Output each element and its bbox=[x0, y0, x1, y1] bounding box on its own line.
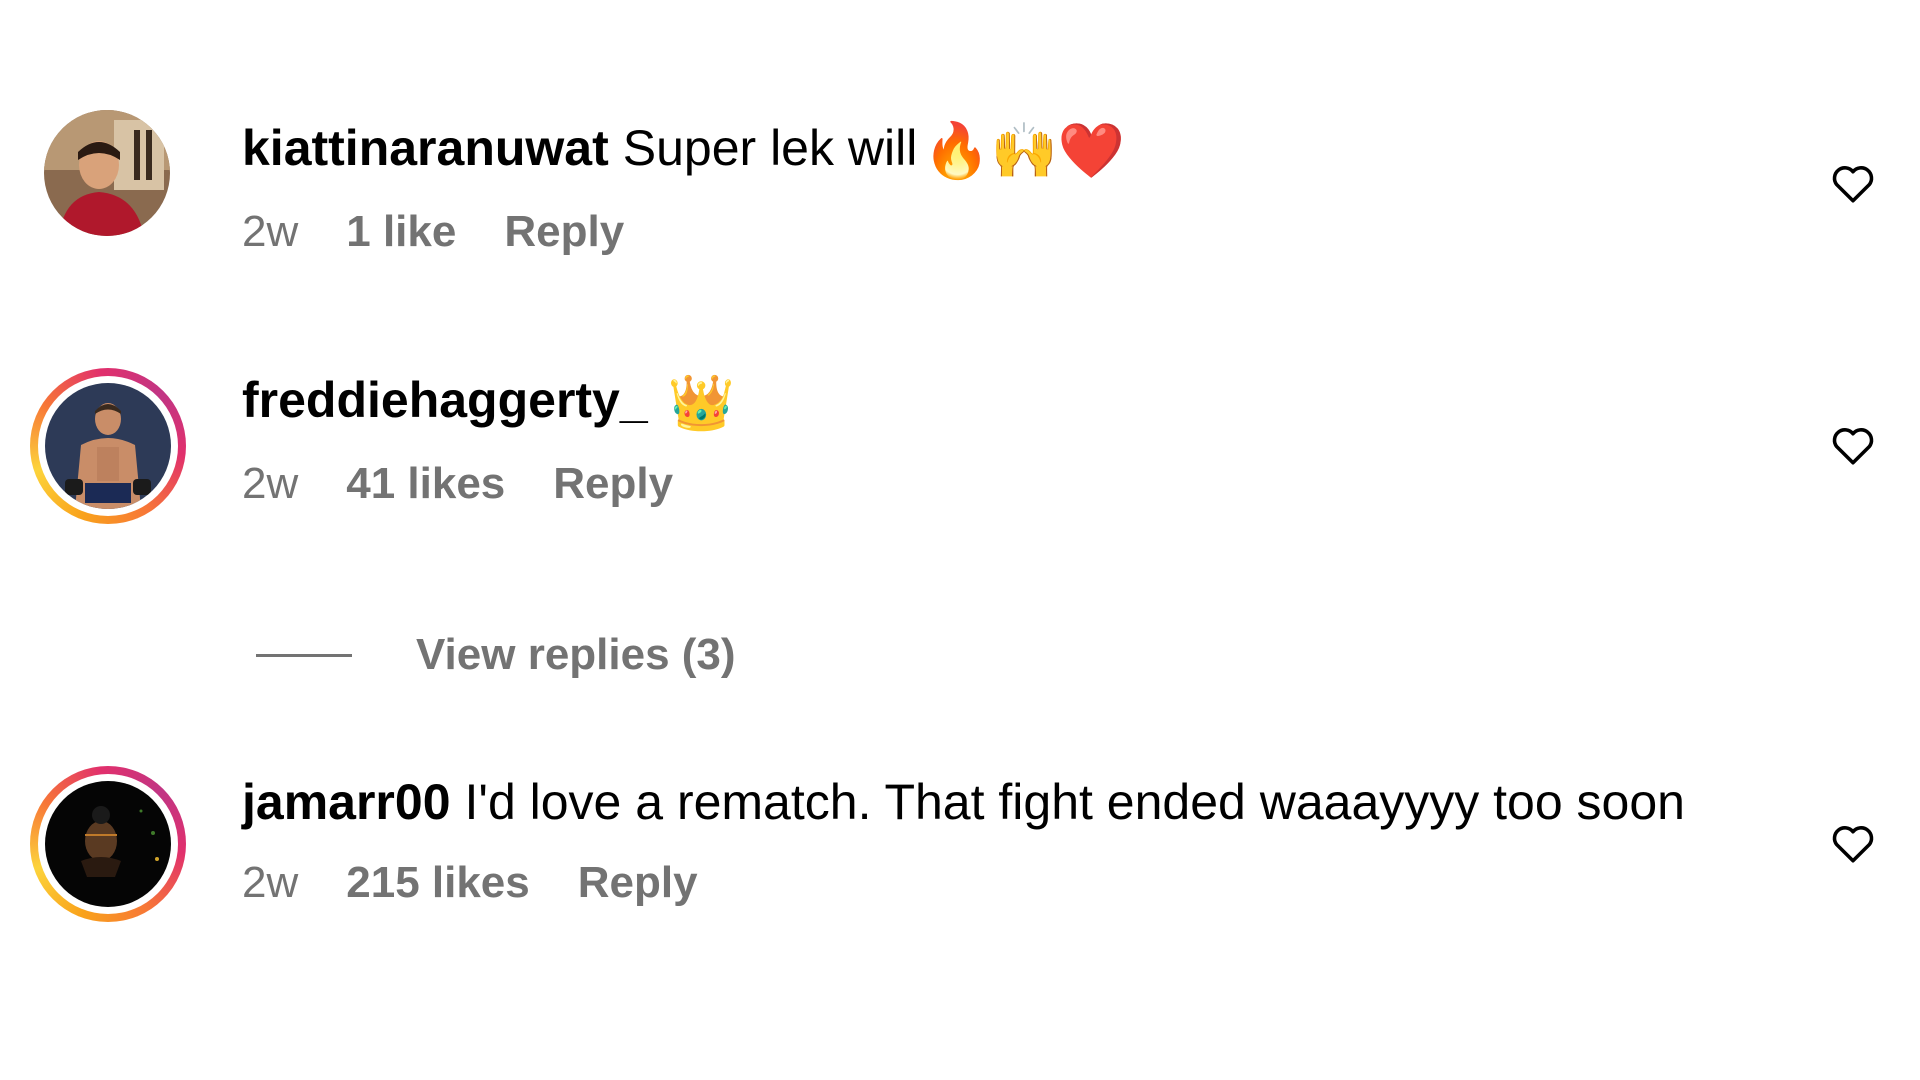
comment-likes[interactable]: 41 likes bbox=[346, 459, 505, 509]
view-replies-divider bbox=[256, 653, 352, 657]
comment-emojis: 👑 bbox=[667, 371, 735, 434]
avatar-image bbox=[45, 781, 171, 907]
avatar-image bbox=[45, 383, 171, 509]
comment-text-line: kiattinaranuwat Super lek will 🔥🙌❤️ bbox=[242, 110, 1740, 189]
comment-meta: 2w 41 likes Reply bbox=[242, 459, 1740, 509]
comments-screen: kiattinaranuwat Super lek will 🔥🙌❤️ 2w 1 l… bbox=[0, 0, 1920, 1080]
comment-text: Super lek will bbox=[622, 120, 918, 176]
comment-emojis: 🔥🙌❤️ bbox=[923, 119, 1126, 182]
comment-time: 2w bbox=[242, 207, 299, 256]
view-replies-label: View replies (3) bbox=[416, 630, 736, 679]
avatar[interactable] bbox=[44, 110, 170, 236]
comment-body: jamarr00 I'd love a rematch. That fight e… bbox=[242, 764, 1740, 908]
reply-button[interactable]: Reply bbox=[553, 459, 673, 509]
heart-outline-icon[interactable] bbox=[1828, 420, 1878, 470]
comment-body: freddiehaggerty_ 👑 2w 41 likes Reply bbox=[242, 362, 1740, 509]
reply-button[interactable]: Reply bbox=[578, 858, 698, 908]
comment-likes[interactable]: 215 likes bbox=[346, 858, 530, 908]
comment-text: I'd love a rematch. That fight ended waa… bbox=[464, 774, 1685, 830]
avatar[interactable] bbox=[30, 368, 186, 524]
comment-likes[interactable]: 1 like bbox=[346, 207, 456, 257]
comment-body: kiattinaranuwat Super lek will 🔥🙌❤️ 2w 1 l… bbox=[242, 110, 1740, 257]
reply-button[interactable]: Reply bbox=[504, 207, 624, 257]
comment-username[interactable]: jamarr00 bbox=[242, 774, 451, 830]
heart-outline-icon[interactable] bbox=[1828, 158, 1878, 208]
view-replies-button[interactable]: View replies (3) bbox=[256, 630, 736, 680]
comment-text-line: jamarr00 I'd love a rematch. That fight e… bbox=[242, 764, 1740, 840]
comment-text-line: freddiehaggerty_ 👑 bbox=[242, 362, 1740, 441]
comment-username[interactable]: freddiehaggerty_ bbox=[242, 372, 648, 428]
comment-meta: 2w 215 likes Reply bbox=[242, 858, 1740, 908]
heart-outline-icon[interactable] bbox=[1828, 818, 1878, 868]
comment-time: 2w bbox=[242, 858, 299, 907]
comment-username[interactable]: kiattinaranuwat bbox=[242, 120, 609, 176]
avatar-image bbox=[44, 110, 170, 236]
comment-meta: 2w 1 like Reply bbox=[242, 207, 1740, 257]
avatar[interactable] bbox=[30, 766, 186, 922]
comment-time: 2w bbox=[242, 459, 299, 508]
